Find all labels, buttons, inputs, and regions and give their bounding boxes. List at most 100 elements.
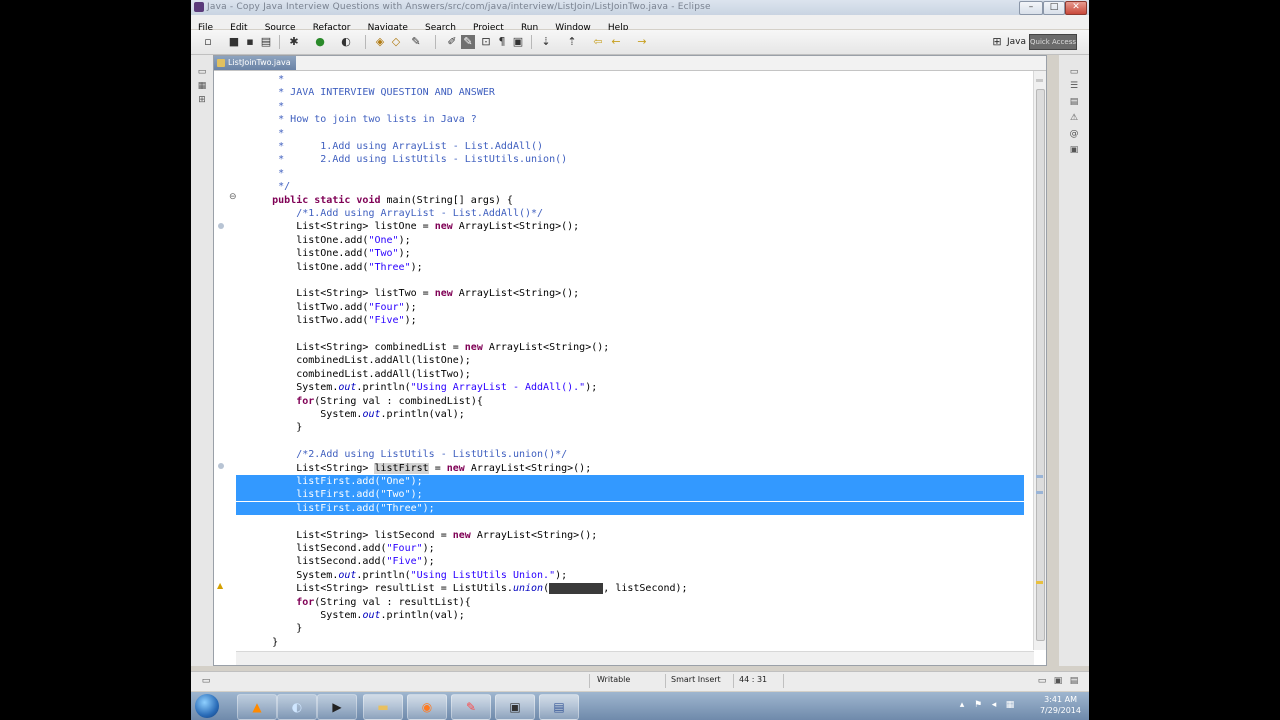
editor-horizontal-scrollbar[interactable]	[236, 651, 1034, 665]
outline-icon[interactable]: ▣	[511, 35, 525, 49]
code-line[interactable]: }	[236, 421, 302, 434]
problems-icon[interactable]: ⚠	[1069, 113, 1079, 123]
firefox-icon[interactable]: ◉	[407, 694, 447, 720]
restore-icon[interactable]: ▭	[197, 67, 207, 77]
code-line[interactable]: List<String> listFirst = new ArrayList<S…	[236, 462, 591, 475]
save-all-icon[interactable]: ▪	[243, 35, 257, 49]
code-line[interactable]: * How to join two lists in Java ?	[236, 113, 477, 126]
code-line[interactable]: List<String> listOne = new ArrayList<Str…	[236, 220, 579, 233]
code-line[interactable]: * JAVA INTERVIEW QUESTION AND ANSWER	[236, 86, 495, 99]
print-icon[interactable]: ▤	[259, 35, 273, 49]
code-line[interactable]: List<String> resultList = ListUtils.unio…	[236, 582, 688, 595]
outline-view-icon[interactable]: ▤	[1069, 97, 1079, 107]
previous-annotation-icon[interactable]: ⇡	[565, 35, 579, 49]
hierarchy-icon[interactable]: ⊞	[197, 95, 207, 105]
console-icon[interactable]: ▣	[1053, 676, 1063, 686]
editor-vertical-scrollbar[interactable]	[1033, 71, 1046, 650]
toggle-highlight-icon[interactable]: ✎	[461, 35, 475, 49]
maximize-button[interactable]: □	[1043, 1, 1065, 15]
recorder-icon[interactable]: ▣	[495, 694, 535, 720]
code-line[interactable]: *	[236, 73, 284, 86]
restore-icon[interactable]: ▭	[1069, 67, 1079, 77]
code-line[interactable]: * 1.Add using ArrayList - List.AddAll()	[236, 140, 543, 153]
restore-icon[interactable]: ▭	[1037, 676, 1047, 686]
debug-icon[interactable]: ✱	[287, 35, 301, 49]
back-icon[interactable]: ←	[609, 35, 623, 49]
code-line[interactable]: listTwo.add("Four");	[236, 301, 416, 314]
overview-ruler-mark[interactable]	[1036, 491, 1043, 494]
code-line[interactable]: List<String> combinedList = new ArrayLis…	[236, 341, 609, 354]
code-line[interactable]: public static void main(String[] args) {	[236, 194, 513, 207]
media-player-icon[interactable]: ▶	[317, 694, 357, 720]
title-bar[interactable]: Java - Copy Java Interview Questions wit…	[191, 0, 1089, 15]
close-button[interactable]: ✕	[1065, 1, 1087, 15]
next-annotation-icon[interactable]: ⇣	[539, 35, 553, 49]
save-icon[interactable]: ■	[227, 35, 241, 49]
new-icon[interactable]: ▫	[201, 35, 215, 49]
code-line[interactable]: System.out.println("Using ArrayList - Ad…	[236, 381, 597, 394]
code-line[interactable]: * 2.Add using ListUtils - ListUtils.unio…	[236, 153, 567, 166]
code-line[interactable]: *	[236, 100, 284, 113]
code-line[interactable]: /*1.Add using ArrayList - List.AddAll()*…	[236, 207, 543, 220]
external-tools-icon[interactable]: ◐	[339, 35, 353, 49]
save-icon[interactable]: ▤	[539, 694, 579, 720]
new-class-icon[interactable]: ◇	[389, 35, 403, 49]
code-line[interactable]: /*2.Add using ListUtils - ListUtils.unio…	[236, 448, 567, 461]
code-line[interactable]: }	[236, 622, 302, 635]
show-hidden-icons-icon[interactable]: ▴	[957, 700, 967, 710]
code-line[interactable]: combinedList.addAll(listTwo);	[236, 368, 471, 381]
vertical-ruler[interactable]: ⊖ ▲	[214, 71, 237, 650]
code-line[interactable]: for(String val : combinedList){	[236, 395, 483, 408]
code-line[interactable]: listTwo.add("Five");	[236, 314, 416, 327]
overview-ruler-mark[interactable]	[1036, 475, 1043, 478]
code-area[interactable]: * * JAVA INTERVIEW QUESTION AND ANSWER *…	[236, 71, 1024, 651]
folder-icon[interactable]: ▬	[363, 694, 403, 720]
code-line[interactable]: *	[236, 127, 284, 140]
warning-icon[interactable]: ▲	[217, 582, 225, 590]
quick-access-field[interactable]: Quick Access	[1029, 33, 1077, 50]
fast-view-icon[interactable]: ▭	[201, 676, 211, 686]
run-icon[interactable]: ●	[313, 35, 327, 49]
network-icon[interactable]: ▦	[1005, 700, 1015, 710]
open-type-icon[interactable]: ✎	[409, 35, 423, 49]
new-package-icon[interactable]: ◈	[373, 35, 387, 49]
code-line[interactable]: combinedList.addAll(listOne);	[236, 354, 471, 367]
minimize-button[interactable]: –	[1019, 1, 1043, 15]
javadoc-icon[interactable]: @	[1069, 129, 1079, 139]
vlc-icon[interactable]: ▲	[237, 694, 277, 720]
start-button[interactable]	[195, 694, 219, 718]
code-line[interactable]: }	[236, 636, 278, 649]
java-perspective[interactable]: Java	[1007, 37, 1026, 47]
clock-time[interactable]: 3:41 AM	[1044, 695, 1077, 704]
overview-ruler-mark[interactable]	[1036, 79, 1043, 82]
code-line-selected[interactable]: listFirst.add("One");	[236, 475, 1024, 488]
code-line[interactable]: */	[236, 180, 290, 193]
code-line[interactable]: listSecond.add("Five");	[236, 555, 434, 568]
code-line[interactable]: for(String val : resultList){	[236, 596, 471, 609]
open-perspective-icon[interactable]: ⊞	[990, 35, 1004, 49]
code-line[interactable]: System.out.println("Using ListUtils Unio…	[236, 569, 567, 582]
code-line[interactable]: System.out.println(val);	[236, 609, 465, 622]
mark-occurrences-icon[interactable]: ✐	[445, 35, 459, 49]
eclipse-icon[interactable]: ◐	[277, 694, 317, 720]
editor-tab[interactable]: ListJoinTwo.java	[214, 56, 296, 70]
code-line[interactable]: *	[236, 167, 284, 180]
code-line-selected[interactable]: listFirst.add("Three");	[236, 501, 1024, 515]
progress-icon[interactable]: ▤	[1069, 676, 1079, 686]
forward-icon[interactable]: →	[635, 35, 649, 49]
scroll-thumb[interactable]	[1036, 89, 1045, 641]
flag-icon[interactable]: ⚑	[973, 700, 983, 710]
declaration-icon[interactable]: ▣	[1069, 145, 1079, 155]
paint-icon[interactable]: ✎	[451, 694, 491, 720]
code-line[interactable]: listOne.add("Two");	[236, 247, 410, 260]
overview-ruler-mark[interactable]	[1036, 581, 1043, 584]
show-whitespace-icon[interactable]: ¶	[495, 35, 509, 49]
last-edit-icon[interactable]: ⇦	[591, 35, 605, 49]
code-line[interactable]: List<String> listTwo = new ArrayList<Str…	[236, 287, 579, 300]
code-line[interactable]: listOne.add("One");	[236, 234, 410, 247]
clock-date[interactable]: 7/29/2014	[1040, 706, 1081, 715]
block-selection-icon[interactable]: ⊡	[479, 35, 493, 49]
code-line[interactable]: listOne.add("Three");	[236, 261, 422, 274]
task-list-icon[interactable]: ☰	[1069, 81, 1079, 91]
volume-icon[interactable]: ◂	[989, 700, 999, 710]
